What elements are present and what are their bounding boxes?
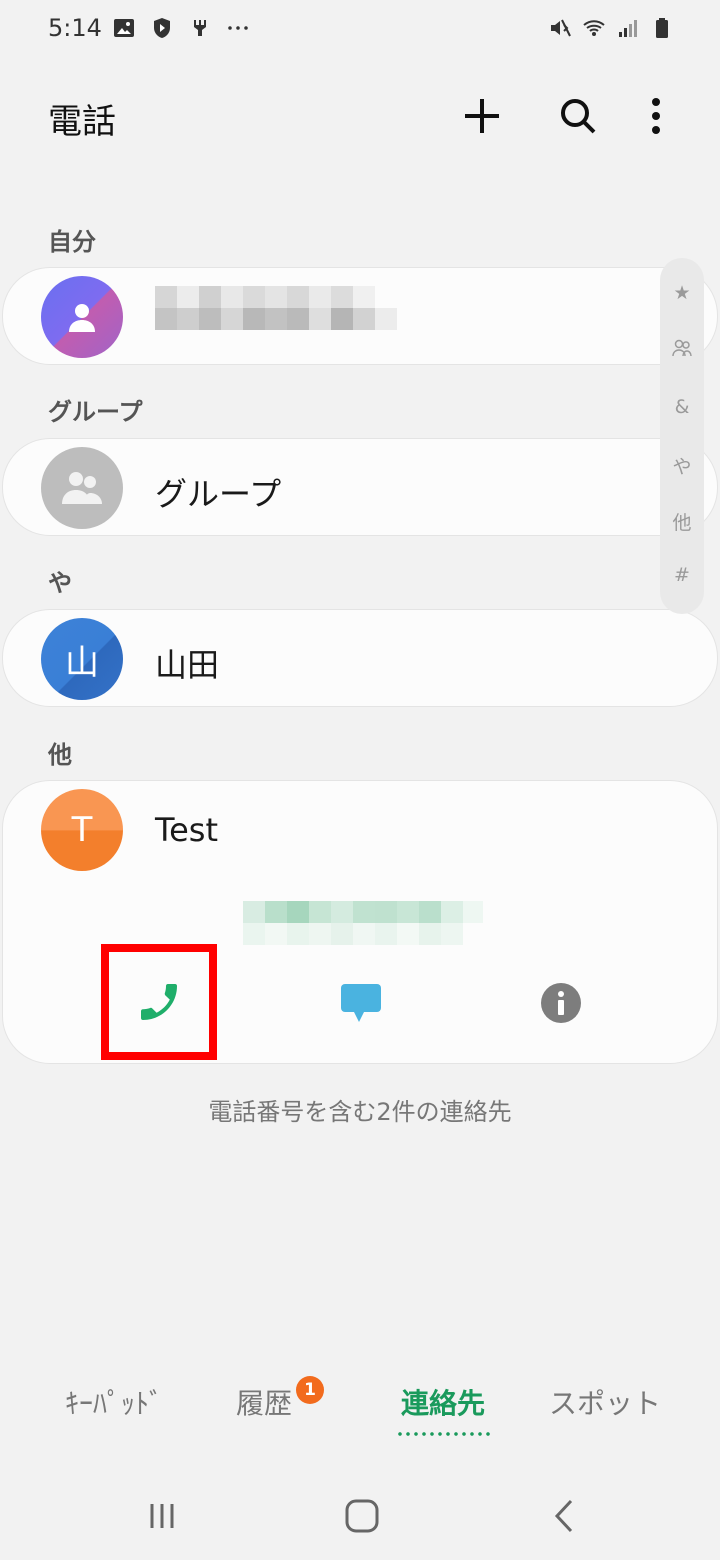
- more-options-button[interactable]: [628, 88, 684, 144]
- group-icon: [62, 472, 102, 504]
- avatar: [41, 276, 123, 358]
- mute-vibrate-icon: [551, 19, 571, 37]
- tab-keypad[interactable]: ｷｰﾊﾟｯﾄﾞ: [64, 1382, 164, 1422]
- home-icon: [345, 1499, 379, 1533]
- section-header-groups: グループ: [48, 398, 143, 426]
- redacted-phone-number: [243, 901, 483, 951]
- avatar-letter: 山: [65, 642, 99, 683]
- battery-icon: [656, 18, 668, 38]
- index-item-symbols[interactable]: &: [660, 396, 704, 418]
- group-avatar: [41, 447, 123, 529]
- image-icon: [114, 19, 134, 37]
- home-button[interactable]: [332, 1494, 392, 1538]
- contact-card-test-expanded[interactable]: T Test: [2, 780, 718, 1064]
- my-profile-card[interactable]: [2, 267, 718, 365]
- groups-label: グループ: [155, 475, 282, 513]
- message-button[interactable]: [333, 977, 389, 1029]
- avatar: 山: [41, 618, 123, 700]
- phone-icon: [141, 984, 177, 1020]
- more-dots-icon: [228, 26, 248, 30]
- page-title: 電話: [48, 102, 116, 142]
- tab-spot[interactable]: スポット: [548, 1382, 662, 1422]
- back-button[interactable]: [534, 1494, 594, 1538]
- add-icon: [465, 99, 499, 133]
- info-icon: [541, 983, 581, 1023]
- contact-count-text: 電話番号を含む2件の連絡先: [208, 1098, 512, 1126]
- tab-recents[interactable]: 履歴: [232, 1382, 296, 1422]
- groups-card[interactable]: グループ: [2, 438, 718, 536]
- index-item-hash[interactable]: #: [660, 564, 704, 586]
- status-bar: 5:14: [0, 0, 720, 60]
- group-icon: [672, 339, 692, 357]
- app-bar: 電話: [0, 84, 720, 148]
- tab-contacts-label: 連絡先: [400, 1387, 485, 1420]
- index-item-groups[interactable]: [660, 338, 704, 363]
- avatar: T: [41, 789, 123, 871]
- wifi-icon: [583, 20, 605, 36]
- system-nav-bar: [0, 1478, 720, 1560]
- contact-card-yamada[interactable]: 山 山田: [2, 609, 718, 707]
- signal-icon: [619, 20, 637, 37]
- index-item-other[interactable]: 他: [660, 508, 704, 535]
- section-header-other: 他: [48, 741, 72, 769]
- redacted-name: [155, 286, 400, 336]
- more-vert-icon: [652, 98, 660, 134]
- section-header-ya: や: [48, 569, 72, 597]
- avatar-letter: T: [71, 810, 93, 850]
- message-icon: [341, 984, 381, 1022]
- recent-apps-button[interactable]: [132, 1494, 192, 1538]
- index-item-ya[interactable]: や: [660, 452, 704, 479]
- contact-info-button[interactable]: [533, 977, 589, 1029]
- status-time: 5:14: [48, 14, 102, 42]
- bottom-tab-bar: ｷｰﾊﾟｯﾄﾞ 履歴 連絡先 スポット: [0, 1372, 720, 1442]
- section-header-me: 自分: [48, 228, 96, 256]
- recents-badge: 1: [296, 1376, 324, 1404]
- contact-name: 山田: [155, 646, 220, 684]
- call-button[interactable]: [101, 944, 217, 1060]
- index-item-favorites[interactable]: ★: [660, 282, 704, 304]
- usb-icon: [194, 20, 206, 36]
- person-icon: [69, 304, 95, 332]
- search-button[interactable]: [550, 88, 606, 144]
- shield-icon: [154, 18, 170, 38]
- index-scroller[interactable]: ★ & や 他 #: [660, 258, 704, 614]
- tab-contacts[interactable]: 連絡先: [396, 1382, 490, 1436]
- contact-name: Test: [155, 811, 219, 849]
- active-tab-indicator: [396, 1432, 490, 1436]
- add-contact-button[interactable]: [454, 88, 510, 144]
- back-icon: [554, 1499, 573, 1533]
- recents-icon: [150, 1504, 174, 1528]
- search-icon: [561, 99, 596, 134]
